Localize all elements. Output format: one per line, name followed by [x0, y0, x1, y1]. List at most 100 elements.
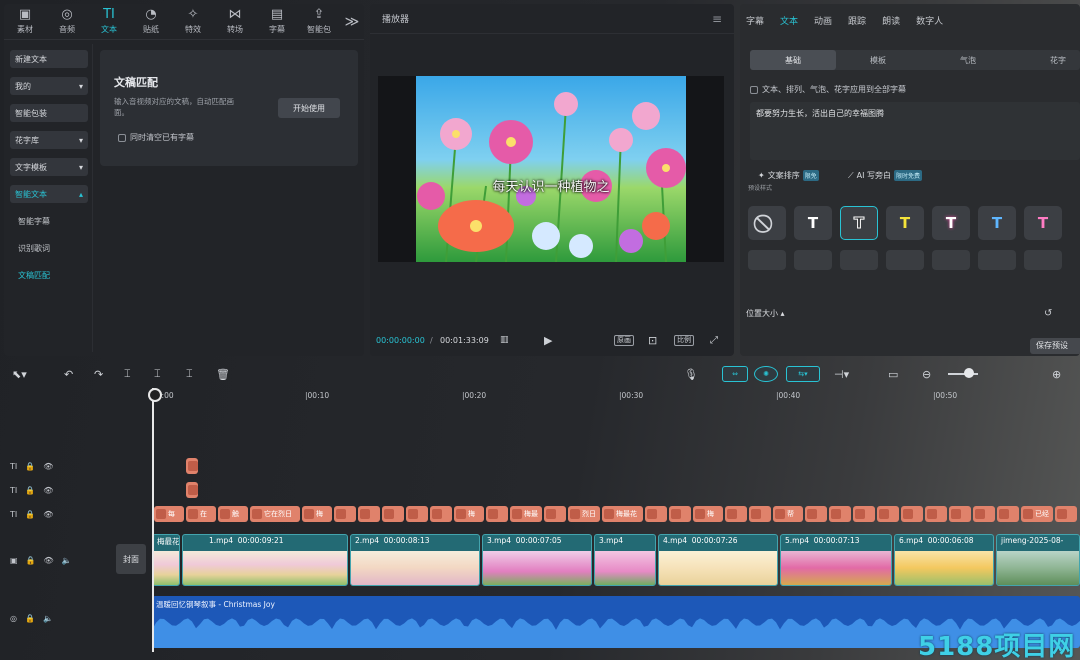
subtitle-clip[interactable]: [645, 506, 667, 522]
ai-write-button[interactable]: ⟋ AI 写旁白 限时免费: [848, 170, 922, 181]
original-quality-button[interactable]: 原画: [614, 334, 634, 346]
position-size-section[interactable]: 位置大小 ▴: [746, 308, 785, 319]
eye-icon[interactable]: 👁: [43, 486, 53, 495]
subtitle-clip[interactable]: 梅: [693, 506, 723, 522]
lock-icon[interactable]: 🔒: [26, 556, 36, 565]
video-clip[interactable]: 3.mp4: [594, 534, 656, 586]
subtitle-clip[interactable]: [430, 506, 452, 522]
eye-icon[interactable]: 👁: [43, 462, 53, 471]
preview-axis-button[interactable]: ⇆▾: [786, 366, 820, 382]
tab-audio[interactable]: ◎ 音频: [46, 4, 88, 39]
subtitle-clip[interactable]: 梅: [302, 506, 332, 522]
subtitle-clip[interactable]: 每: [154, 506, 184, 522]
microphone-icon[interactable]: 🎙: [684, 368, 698, 381]
tab-text[interactable]: 文本: [780, 14, 798, 27]
subtitle-clip[interactable]: [1055, 506, 1077, 522]
video-clip[interactable]: 3.mp4 00:00:07:05: [482, 534, 592, 586]
sidebar-item-smart-text[interactable]: 智能文本 ▴: [10, 185, 88, 203]
tab-caption[interactable]: ▤ 字幕: [256, 4, 298, 39]
subtitle-clip[interactable]: 梅: [454, 506, 484, 522]
subtitle-clip[interactable]: [382, 506, 404, 522]
subtitle-clip[interactable]: 触: [218, 506, 248, 522]
caption-track-icon[interactable]: ▭: [888, 368, 898, 381]
preset-slot[interactable]: [932, 250, 970, 270]
subtitle-clip[interactable]: 梅最花: [602, 506, 643, 522]
tab-tracking[interactable]: 跟踪: [848, 14, 866, 27]
apply-all-checkbox[interactable]: 文本、排列、气泡、花字应用到全部字幕: [750, 84, 906, 95]
tab-text[interactable]: TI 文本: [88, 4, 130, 39]
sidebar-item-mine[interactable]: 我的 ▾: [10, 77, 88, 95]
sidebar-subitem-lyrics[interactable]: 识别歌词: [10, 239, 88, 257]
subtitle-clip[interactable]: [877, 506, 899, 522]
subtitle-clip[interactable]: 已经: [1021, 506, 1053, 522]
fit-screen-icon[interactable]: ⊡: [648, 334, 657, 347]
reset-icon[interactable]: ↺: [1044, 308, 1052, 319]
lock-icon[interactable]: 🔒: [25, 486, 35, 495]
subtitle-clip[interactable]: [925, 506, 947, 522]
video-clip[interactable]: 4.mp4 00:00:07:26: [658, 534, 778, 586]
play-button[interactable]: ▶: [544, 334, 552, 347]
delete-icon[interactable]: 🗑: [216, 368, 230, 381]
tab-effects[interactable]: ✧ 特效: [172, 4, 214, 39]
tab-sticker[interactable]: ◔ 贴纸: [130, 4, 172, 39]
subtitle-clip[interactable]: 在: [186, 506, 216, 522]
video-clip[interactable]: 5.mp4 00:00:07:13: [780, 534, 892, 586]
subtitle-clip[interactable]: [901, 506, 923, 522]
preset-slot[interactable]: [748, 250, 786, 270]
redo-icon[interactable]: ↷: [94, 368, 103, 381]
subtitle-clip[interactable]: [406, 506, 428, 522]
cover-button[interactable]: 封面: [116, 544, 146, 574]
mute-icon[interactable]: 🔈: [62, 556, 72, 565]
playhead[interactable]: [148, 388, 162, 652]
sidebar-item-fancy[interactable]: 花字库 ▾: [10, 131, 88, 149]
magnet-button[interactable]: ✺: [754, 366, 778, 382]
sidebar-item-new-text[interactable]: 新建文本: [10, 50, 88, 68]
zoom-out-icon[interactable]: ⊖: [922, 368, 931, 381]
align-icon[interactable]: ⊣▾: [834, 368, 849, 381]
split-left-icon[interactable]: ⌶: [154, 367, 161, 381]
video-clip[interactable]: jimeng-2025-08-: [996, 534, 1080, 586]
split-right-icon[interactable]: ⌶: [186, 367, 193, 381]
subtitle-clip[interactable]: [829, 506, 851, 522]
tab-transition[interactable]: ⋈ 转场: [214, 4, 256, 39]
preset-slot[interactable]: [886, 250, 924, 270]
timeline-grid-icon[interactable]: ▥: [500, 335, 509, 345]
preset-none[interactable]: ⃠: [748, 206, 786, 240]
save-preset-button[interactable]: 保存预设: [1030, 338, 1080, 354]
subtitle-clip[interactable]: [725, 506, 747, 522]
clear-captions-checkbox[interactable]: 同时清空已有字幕: [118, 132, 194, 143]
sidebar-subitem-script-match[interactable]: 文稿匹配: [10, 266, 88, 284]
subtitle-clip[interactable]: [749, 506, 771, 522]
video-clip[interactable]: 1.mp4 00:00:09:21: [182, 534, 348, 586]
preset-slot[interactable]: [840, 250, 878, 270]
aspect-ratio-button[interactable]: 比例: [674, 334, 694, 346]
subtitle-clip[interactable]: [544, 506, 566, 522]
preset-outline[interactable]: T: [840, 206, 878, 240]
video-clip[interactable]: 2.mp4 00:00:08:13: [350, 534, 480, 586]
preset-pink[interactable]: T: [1024, 206, 1062, 240]
subtitle-clip[interactable]: [486, 506, 508, 522]
smart-layout-button[interactable]: ✦ 文案排序 限免: [758, 170, 819, 181]
sidebar-item-smart-pack[interactable]: 智能包装: [10, 104, 88, 122]
preset-yellow[interactable]: T: [886, 206, 924, 240]
subtitle-clip[interactable]: 梅最: [510, 506, 542, 522]
lock-icon[interactable]: 🔒: [25, 510, 35, 519]
preset-slot[interactable]: [1024, 250, 1062, 270]
undo-icon[interactable]: ↶: [64, 368, 73, 381]
zoom-slider-handle[interactable]: [964, 368, 974, 378]
select-tool-icon[interactable]: ⬉▾: [12, 368, 27, 381]
segment-bubble[interactable]: 气泡: [960, 55, 976, 66]
link-main-track-button[interactable]: ⇔: [722, 366, 748, 382]
menu-icon[interactable]: ≡: [712, 12, 722, 26]
timeline-ruler[interactable]: 00:00 |00:10 |00:20 |00:30 |00:40 |00:50: [152, 388, 1080, 408]
preset-blue[interactable]: T: [978, 206, 1016, 240]
text-content-input[interactable]: 都要努力生长，活出自己的幸福图腾: [750, 102, 1080, 160]
more-tabs-button[interactable]: ≫: [340, 4, 364, 39]
preset-slot[interactable]: [978, 250, 1016, 270]
subtitle-clip[interactable]: [973, 506, 995, 522]
preset-white[interactable]: T: [794, 206, 832, 240]
tab-read-aloud[interactable]: 朗读: [882, 14, 900, 27]
tab-animation[interactable]: 动画: [814, 14, 832, 27]
segment-fancy[interactable]: 花字: [1050, 55, 1066, 66]
preset-slot[interactable]: [794, 250, 832, 270]
